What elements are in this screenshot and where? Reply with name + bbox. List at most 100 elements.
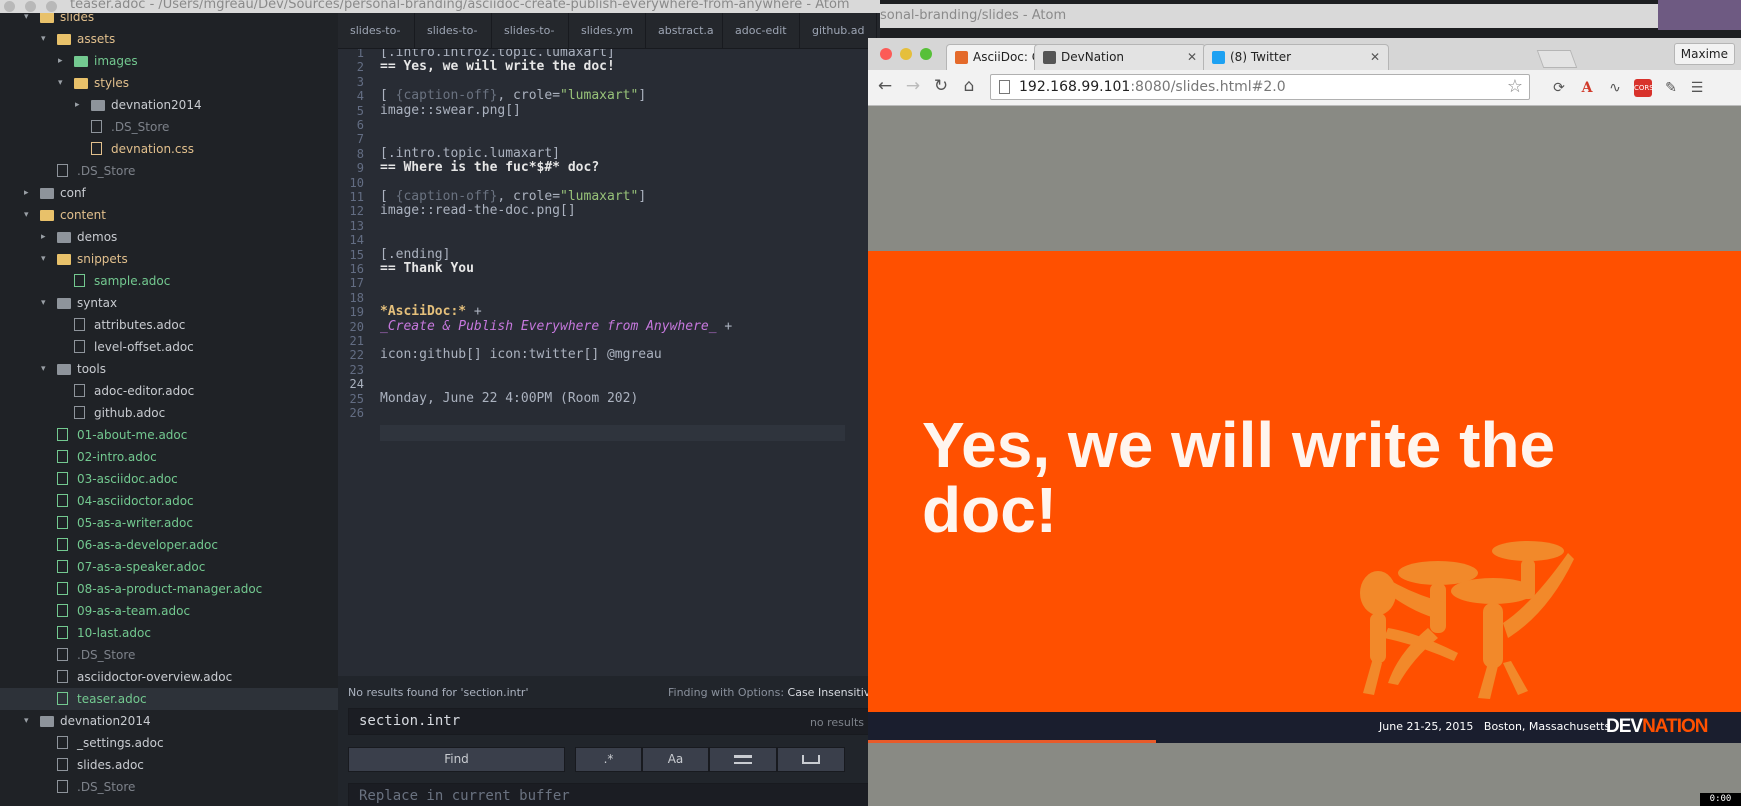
chevron-down-icon[interactable]: ▾ <box>41 292 51 314</box>
tree-item-ds-store[interactable]: .DS_Store <box>0 644 338 666</box>
tree-item-01-about-me-adoc[interactable]: 01-about-me.adoc <box>0 424 338 446</box>
tree-item-10-last-adoc[interactable]: 10-last.adoc <box>0 622 338 644</box>
tree-item-05-as-a-writer-adoc[interactable]: 05-as-a-writer.adoc <box>0 512 338 534</box>
tree-item-level-offset-adoc[interactable]: level-offset.adoc <box>0 336 338 358</box>
tree-item-asciidoctor-overview-adoc[interactable]: asciidoctor-overview.adoc <box>0 666 338 688</box>
code-line[interactable]: == Thank You <box>380 261 474 277</box>
cors-extension-icon[interactable]: CORS <box>1634 79 1654 97</box>
tree-item-03-asciidoc-adoc[interactable]: 03-asciidoc.adoc <box>0 468 338 490</box>
chevron-down-icon[interactable]: ▾ <box>24 204 34 226</box>
close-tab-icon[interactable]: ✕ <box>1187 45 1197 69</box>
second-atom-window-titlebar[interactable]: sonal-branding/slides - Atom <box>880 4 1658 28</box>
tree-item-06-as-a-developer-adoc[interactable]: 06-as-a-developer.adoc <box>0 534 338 556</box>
bookmark-star-icon[interactable]: ☆ <box>1507 76 1523 97</box>
chevron-down-icon[interactable]: ▾ <box>41 28 51 50</box>
code-line[interactable]: Monday, June 22 4:00PM (Room 202) <box>380 391 638 407</box>
code-line[interactable]: image::read-the-doc.png[] <box>380 203 576 219</box>
editor-tab[interactable]: github.ad <box>800 13 877 48</box>
tree-item-settings-adoc[interactable]: _settings.adoc <box>0 732 338 754</box>
tree-item-04-asciidoctor-adoc[interactable]: 04-asciidoctor.adoc <box>0 490 338 512</box>
in-selection-toggle[interactable] <box>709 747 777 772</box>
tree-item-assets[interactable]: ▾ assets <box>0 28 338 50</box>
code-line[interactable]: == Where is the fuc*$#* doc? <box>380 160 599 176</box>
tree-item-conf[interactable]: ▸ conf <box>0 182 338 204</box>
chevron-right-icon[interactable]: ▸ <box>24 182 34 204</box>
tree-item-sample-adoc[interactable]: sample.adoc <box>0 270 338 292</box>
tree-item-images[interactable]: ▸ images <box>0 50 338 72</box>
tree-item-slides[interactable]: ▾ slides <box>0 13 338 28</box>
address-bar[interactable]: 192.168.99.101:8080/slides.html#2.0 ☆ <box>990 74 1530 100</box>
chevron-right-icon[interactable]: ▸ <box>58 50 68 72</box>
slide: Yes, we will write the doc! <box>868 251 1741 712</box>
eyedropper-extension-icon[interactable]: ✎ <box>1662 79 1680 97</box>
reload-icon[interactable]: ↻ <box>930 76 952 96</box>
tree-item-github-adoc[interactable]: github.adoc <box>0 402 338 424</box>
browser-minimize-button[interactable] <box>900 48 912 60</box>
editor-tab[interactable]: slides.ym <box>569 13 646 48</box>
editor-tab[interactable]: abstract.a <box>646 13 723 48</box>
zoom-button[interactable] <box>46 1 57 12</box>
code-line[interactable]: icon:github[] icon:twitter[] @mgreau <box>380 347 662 363</box>
tree-item-devnation2014[interactable]: ▸ devnation2014 <box>0 94 338 116</box>
tree-view[interactable]: ▾ slides ▾ assets ▸ images ▾ styles ▸ devnation20… <box>0 13 338 806</box>
tree-item-ds-store[interactable]: .DS_Store <box>0 116 338 138</box>
font-extension-icon[interactable]: A <box>1578 79 1596 97</box>
tree-item-teaser-adoc[interactable]: teaser.adoc <box>0 688 338 710</box>
minimize-button[interactable] <box>25 1 36 12</box>
tree-item-ds-store[interactable]: .DS_Store <box>0 160 338 182</box>
browser-tab[interactable]: (8) Twitter ✕ <box>1203 44 1389 70</box>
chevron-right-icon[interactable]: ▸ <box>75 94 85 116</box>
code-line[interactable]: == Yes, we will write the doc! <box>380 59 615 75</box>
forward-arrow-icon[interactable]: → <box>902 76 924 96</box>
browser-tab[interactable]: DevNation ✕ <box>1034 44 1206 70</box>
code-line[interactable]: image::swear.png[] <box>380 103 521 119</box>
find-input[interactable]: section.intr no results <box>348 708 873 735</box>
pulse-extension-icon[interactable]: ∿ <box>1606 79 1624 97</box>
editor-tab[interactable]: slides-to- <box>338 13 415 48</box>
tree-item-02-intro-adoc[interactable]: 02-intro.adoc <box>0 446 338 468</box>
desktop: sonal-branding/slides - Atom teaser.adoc… <box>0 0 1741 806</box>
tree-item-content[interactable]: ▾ content <box>0 204 338 226</box>
browser-close-button[interactable] <box>880 48 892 60</box>
find-button[interactable]: Find <box>348 747 565 772</box>
chevron-down-icon[interactable]: ▾ <box>24 710 34 732</box>
chevron-down-icon[interactable]: ▾ <box>41 248 51 270</box>
close-tab-icon[interactable]: ✕ <box>1370 45 1380 69</box>
profile-button[interactable]: Maxime <box>1673 43 1735 65</box>
editor-tab[interactable]: slides-to- <box>492 13 569 48</box>
menu-icon[interactable]: ☰ <box>1688 79 1706 97</box>
editor-tab[interactable]: adoc-edit <box>723 13 800 48</box>
tree-item-snippets[interactable]: ▾ snippets <box>0 248 338 270</box>
atom-titlebar[interactable]: teaser.adoc - /Users/mgreau/Dev/Sources/… <box>0 0 880 13</box>
whole-word-toggle[interactable] <box>777 747 845 772</box>
tree-item-attributes-adoc[interactable]: attributes.adoc <box>0 314 338 336</box>
replace-input[interactable]: Replace in current buffer <box>348 783 873 806</box>
home-icon[interactable]: ⌂ <box>958 76 980 96</box>
chevron-right-icon[interactable]: ▸ <box>41 226 51 248</box>
tree-item-devnation-css[interactable]: devnation.css <box>0 138 338 160</box>
text-editor[interactable]: 1 [.intro.intro2.topic.lumaxart] 2 == Yes, … <box>338 49 880 676</box>
browser-zoom-button[interactable] <box>920 48 932 60</box>
tree-item-demos[interactable]: ▸ demos <box>0 226 338 248</box>
tree-item-07-as-a-speaker-adoc[interactable]: 07-as-a-speaker.adoc <box>0 556 338 578</box>
back-arrow-icon[interactable]: ← <box>874 76 896 96</box>
tree-item-ds-store[interactable]: .DS_Store <box>0 776 338 798</box>
tree-item-syntax[interactable]: ▾ syntax <box>0 292 338 314</box>
tree-item-adoc-editor-adoc[interactable]: adoc-editor.adoc <box>0 380 338 402</box>
close-button[interactable] <box>4 1 15 12</box>
chevron-down-icon[interactable]: ▾ <box>58 72 68 94</box>
tree-item-09-as-a-team-adoc[interactable]: 09-as-a-team.adoc <box>0 600 338 622</box>
tree-item-styles[interactable]: ▾ styles <box>0 72 338 94</box>
code-line[interactable]: _Create & Publish Everywhere from Anywhe… <box>380 319 732 335</box>
chevron-down-icon[interactable]: ▾ <box>41 358 51 380</box>
regex-toggle[interactable]: .* <box>575 747 642 772</box>
new-tab-button[interactable] <box>1536 50 1578 68</box>
tree-item-08-as-a-product-manager-adoc[interactable]: 08-as-a-product-manager.adoc <box>0 578 338 600</box>
sync-extension-icon[interactable]: ⟳ <box>1550 79 1568 97</box>
tree-item-slides-adoc[interactable]: slides.adoc <box>0 754 338 776</box>
case-sensitive-toggle[interactable]: Aa <box>642 747 709 772</box>
editor-tab[interactable]: slides-to- <box>415 13 492 48</box>
tree-item-tools[interactable]: ▾ tools <box>0 358 338 380</box>
chevron-down-icon[interactable]: ▾ <box>24 13 34 28</box>
tree-item-devnation2014[interactable]: ▾ devnation2014 <box>0 710 338 732</box>
